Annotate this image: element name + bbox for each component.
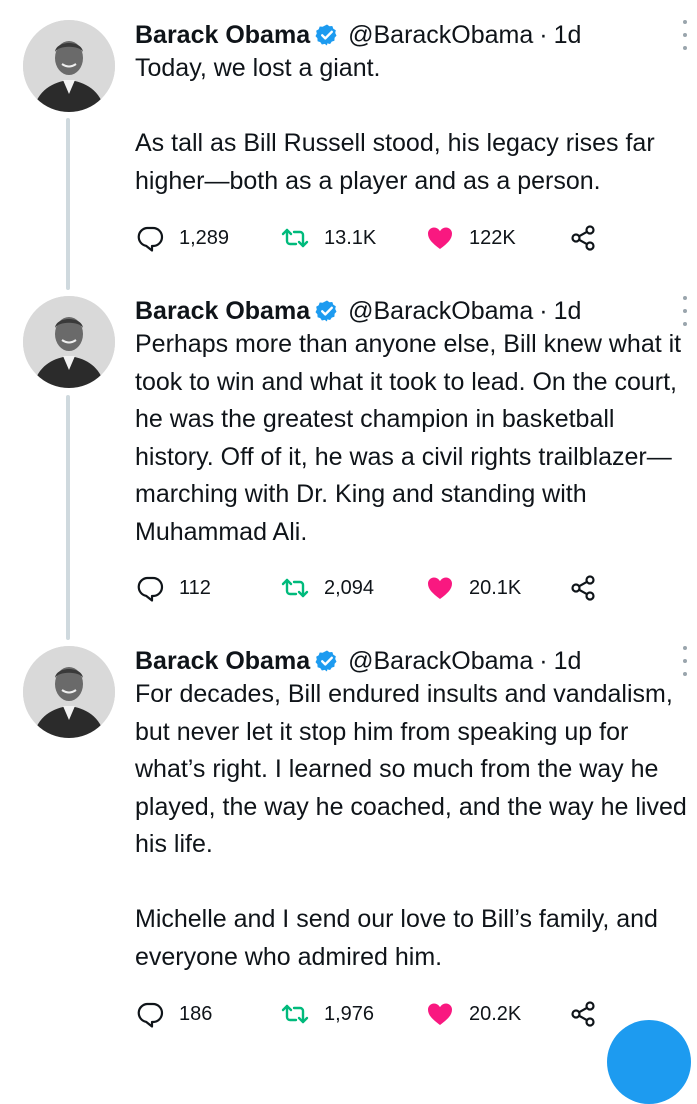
tweet-header: Barack Obama @BarackObama · 1d (135, 18, 581, 52)
separator-dot: · (539, 646, 548, 675)
share-button[interactable] (568, 218, 598, 258)
reply-button[interactable]: 1,289 (135, 218, 229, 258)
verified-badge-icon (315, 300, 337, 322)
more-options-icon[interactable] (678, 296, 692, 326)
timestamp[interactable]: 1d (554, 297, 582, 326)
retweet-icon (281, 578, 309, 598)
tweet-text: Today, we lost a giant. As tall as Bill … (135, 54, 655, 195)
retweet-button[interactable]: 13.1K (280, 218, 376, 258)
more-options-icon[interactable] (678, 646, 692, 676)
verified-badge-icon (315, 24, 337, 46)
retweet-button[interactable]: 2,094 (280, 568, 374, 608)
retweet-icon (281, 228, 309, 248)
tweet-actions: 186 1,976 20.2K (135, 994, 615, 1034)
reply-button[interactable]: 186 (135, 994, 212, 1034)
verified-badge-icon (315, 650, 337, 672)
author-handle[interactable]: @BarackObama (348, 297, 533, 326)
share-button[interactable] (568, 994, 598, 1034)
like-button[interactable]: 20.1K (425, 568, 521, 608)
thread-line (66, 395, 70, 640)
more-options-icon[interactable] (678, 20, 692, 50)
heart-icon (428, 227, 452, 249)
share-button[interactable] (568, 568, 598, 608)
separator-dot: · (539, 20, 548, 49)
tweet-text: Perhaps more than anyone else, Bill knew… (135, 330, 689, 546)
reply-icon (137, 576, 164, 602)
avatar[interactable] (23, 20, 115, 112)
reply-button[interactable]: 112 (135, 568, 211, 608)
thread-line (66, 118, 70, 290)
reply-count: 186 (179, 1002, 213, 1025)
like-button[interactable]: 20.2K (425, 994, 521, 1034)
reply-icon (137, 1002, 164, 1028)
reply-icon (137, 226, 164, 252)
compose-tweet-button[interactable] (607, 1020, 691, 1104)
retweet-count: 13.1K (324, 226, 377, 249)
reply-count: 1,289 (179, 226, 230, 249)
timestamp[interactable]: 1d (554, 647, 582, 676)
avatar[interactable] (23, 296, 115, 388)
retweet-count: 2,094 (324, 576, 375, 599)
like-button[interactable]: 122K (425, 218, 516, 258)
retweet-button[interactable]: 1,976 (280, 994, 374, 1034)
heart-icon (428, 1003, 452, 1025)
timestamp[interactable]: 1d (554, 21, 582, 50)
like-count: 20.2K (469, 1002, 522, 1025)
author-handle[interactable]: @BarackObama (348, 21, 533, 50)
tweet-actions: 1,289 13.1K 122K (135, 218, 615, 258)
author-name[interactable]: Barack Obama (135, 297, 310, 326)
avatar[interactable] (23, 646, 115, 738)
heart-icon (428, 577, 452, 599)
author-handle[interactable]: @BarackObama (348, 647, 533, 676)
tweet-header: Barack Obama @BarackObama · 1d (135, 294, 581, 328)
profile-photo (23, 296, 115, 388)
separator-dot: · (539, 296, 548, 325)
share-icon (571, 1001, 595, 1027)
share-icon (571, 225, 595, 251)
profile-photo (23, 20, 115, 112)
share-icon (571, 575, 595, 601)
retweet-icon (281, 1004, 309, 1024)
tweet-header: Barack Obama @BarackObama · 1d (135, 644, 581, 678)
profile-photo (23, 646, 115, 738)
like-count: 20.1K (469, 576, 522, 599)
retweet-count: 1,976 (324, 1002, 375, 1025)
reply-count: 112 (179, 576, 211, 599)
author-name[interactable]: Barack Obama (135, 647, 310, 676)
author-name[interactable]: Barack Obama (135, 21, 310, 50)
like-count: 122K (469, 226, 516, 249)
tweet-text: For decades, Bill endured insults and va… (135, 680, 687, 971)
tweet-actions: 112 2,094 20.1K (135, 568, 615, 608)
